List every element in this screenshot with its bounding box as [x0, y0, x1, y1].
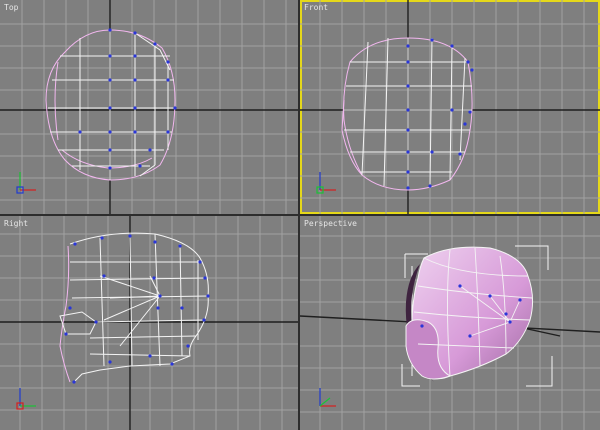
grid: [300, 0, 600, 214]
head-mesh-right[interactable]: [59, 232, 209, 383]
viewport-front[interactable]: Front: [300, 0, 600, 214]
head-mesh-perspective[interactable]: [405, 246, 534, 382]
viewport-right-canvas[interactable]: [0, 216, 298, 430]
world-axes: [300, 0, 600, 214]
viewport-top[interactable]: Top: [0, 0, 298, 214]
viewport-front-canvas[interactable]: [300, 0, 600, 214]
viewport-label-top[interactable]: Top: [4, 3, 18, 12]
viewport-perspective[interactable]: Perspective: [300, 216, 600, 430]
viewport-top-canvas[interactable]: [0, 0, 298, 214]
axis-gizmo: [316, 172, 336, 194]
grid: [0, 0, 298, 214]
axis-gizmo: [16, 172, 36, 194]
world-axes: [0, 216, 298, 430]
grid: [0, 216, 298, 430]
axis-gizmo: [16, 388, 36, 410]
viewport-label-perspective[interactable]: Perspective: [304, 219, 357, 228]
vertex-points[interactable]: [78, 28, 177, 170]
vertex-points[interactable]: [406, 38, 474, 190]
axis-gizmo: [319, 388, 336, 407]
world-axes: [0, 0, 298, 214]
viewport-right[interactable]: Right: [0, 216, 298, 430]
viewport-label-front[interactable]: Front: [304, 3, 328, 12]
max-quad-viewports: Top Front Right Perspective: [0, 0, 600, 430]
head-mesh-top[interactable]: [45, 29, 176, 181]
viewport-label-right[interactable]: Right: [4, 219, 28, 228]
viewport-perspective-canvas[interactable]: [300, 216, 600, 430]
